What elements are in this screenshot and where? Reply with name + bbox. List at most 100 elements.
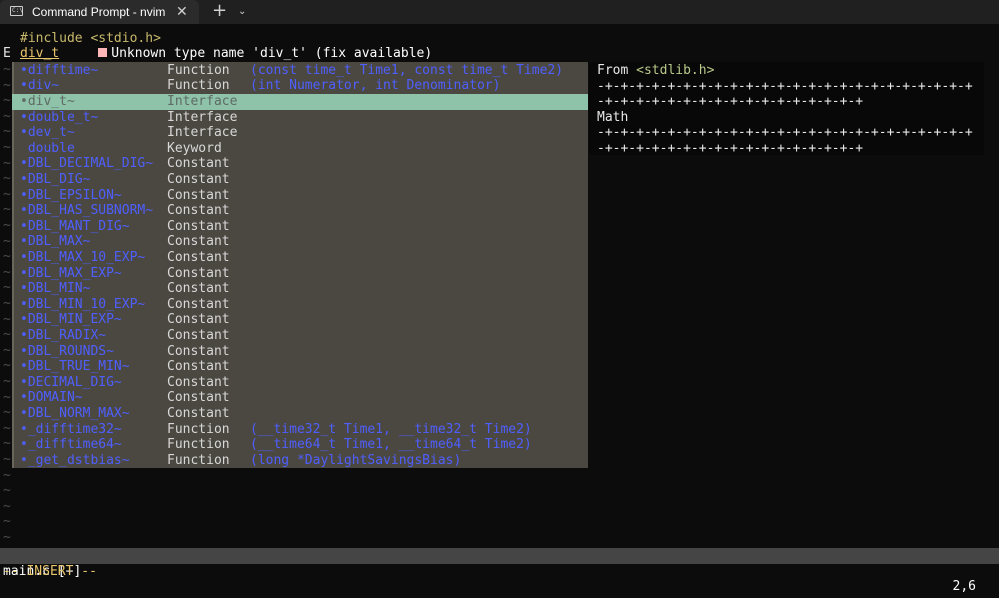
- completion-signature: (long *DaylightSavingsBias): [250, 452, 462, 468]
- doc-section-title: Math: [597, 109, 629, 125]
- completion-abbr: •DOMAIN~: [20, 390, 83, 406]
- diagnostic-icon: [98, 48, 108, 57]
- tilde-marker: ~: [3, 467, 11, 483]
- completion-kind: Keyword: [167, 140, 222, 156]
- new-tab-icon[interactable]: +: [212, 0, 227, 22]
- completion-item[interactable]: •DBL_MANT_DIG~ Constant: [12, 219, 588, 235]
- completion-abbr: •DECIMAL_DIG~: [20, 374, 122, 390]
- completion-item[interactable]: •DBL_RADIX~ Constant: [12, 328, 588, 344]
- completion-abbr: •DBL_RADIX~: [20, 328, 107, 343]
- completion-item[interactable]: •DBL_DECIMAL_DIG~ Constant: [12, 156, 588, 172]
- doc-rule: -+-+-+-+-+-+-+-+-+-+-+-+-+-+-+-+-+: [597, 141, 864, 156]
- completion-kind: Constant: [167, 374, 230, 390]
- completion-item[interactable]: •div~ Function (int Numerator, int Denomin…: [12, 78, 588, 94]
- error-sign: E: [3, 46, 11, 61]
- include-file: <stdio.h>: [90, 31, 161, 46]
- completion-abbr: •_difftime32~: [20, 421, 122, 437]
- tilde-marker: ~: [3, 140, 11, 155]
- completion-item[interactable]: •difftime~ Function (const time_t Time1, c…: [12, 63, 588, 79]
- completion-item[interactable]: •_difftime64~ Function (__time64_t Time1, …: [12, 437, 588, 453]
- include-directive: #include: [20, 31, 83, 46]
- completion-kind: Constant: [167, 250, 230, 265]
- completion-kind: Constant: [167, 312, 230, 328]
- tilde-marker: ~: [3, 249, 11, 265]
- completion-abbr: •double_t~: [20, 109, 99, 125]
- tilde-marker: ~: [3, 186, 11, 202]
- tab-title: Command Prompt - nvim: [32, 5, 166, 19]
- completion-kind: Function: [167, 437, 230, 453]
- chevron-down-icon[interactable]: ⌄: [238, 1, 246, 23]
- completion-item[interactable]: •DBL_MIN_10_EXP~ Constant: [12, 297, 588, 313]
- completion-kind: Function: [167, 78, 230, 94]
- close-tab-icon[interactable]: ✕: [176, 0, 188, 24]
- completion-item[interactable]: •DOMAIN~ Constant: [12, 390, 588, 406]
- tilde-marker: ~: [3, 233, 11, 249]
- doc-rule: -+-+-+-+-+-+-+-+-+-+-+-+-+-+-+-+-+: [597, 94, 864, 110]
- tilde-marker: ~: [3, 342, 11, 358]
- completion-item[interactable]: •_get_dstbias~ Function (long *DaylightSav…: [12, 453, 588, 469]
- completion-item[interactable]: •div_t~ Interface: [12, 94, 588, 110]
- completion-item[interactable]: •DBL_MIN_EXP~ Constant: [12, 312, 588, 328]
- completion-kind: Constant: [167, 390, 230, 406]
- statusline: main.c [+] 2,6: [0, 548, 999, 594]
- buffer-line-2[interactable]: div_t Unknown type name 'div_t' (fix ava…: [20, 46, 432, 62]
- completion-kind: Constant: [167, 265, 230, 281]
- tilde-marker: ~: [3, 62, 11, 77]
- mode-indicator: -- INSERT --: [3, 564, 97, 579]
- tilde-marker: ~: [3, 389, 11, 405]
- tilde-marker: ~: [3, 452, 11, 467]
- tilde-marker: ~: [3, 296, 11, 311]
- completion-item[interactable]: •DBL_MAX~ Constant: [12, 234, 588, 250]
- completion-abbr: •difftime~: [20, 62, 99, 78]
- completion-abbr: •DBL_MIN_10_EXP~: [20, 296, 146, 312]
- completion-popup[interactable]: •difftime~ Function (const time_t Time1, c…: [12, 62, 588, 468]
- completion-abbr: •DBL_MAX_10_EXP~: [20, 250, 146, 265]
- completion-item[interactable]: •DBL_HAS_SUBNORM~ Constant: [12, 203, 588, 219]
- completion-item[interactable]: •DBL_MAX_10_EXP~ Constant: [12, 250, 588, 266]
- completion-item[interactable]: •_difftime32~ Function (__time32_t Time1, …: [12, 422, 588, 438]
- completion-abbr: •DBL_TRUE_MIN~: [20, 359, 130, 375]
- completion-kind: Constant: [167, 328, 230, 343]
- completion-signature: (__time64_t Time1, __time64_t Time2): [250, 437, 532, 453]
- completion-kind: Interface: [167, 109, 238, 125]
- terminal-icon: C:\: [10, 6, 23, 16]
- completion-signature: (int Numerator, int Denominator): [250, 78, 501, 94]
- completion-item[interactable]: •DBL_MAX_EXP~ Constant: [12, 266, 588, 282]
- completion-kind: Interface: [167, 125, 238, 141]
- completion-abbr: •DBL_ROUNDS~: [20, 343, 114, 359]
- completion-item[interactable]: •DBL_DIG~ Constant: [12, 172, 588, 188]
- completion-item[interactable]: •DECIMAL_DIG~ Constant: [12, 375, 588, 391]
- completion-kind: Constant: [167, 406, 230, 421]
- completion-item[interactable]: •DBL_TRUE_MIN~ Constant: [12, 359, 588, 375]
- doc-rule: -+-+-+-+-+-+-+-+-+-+-+-+-+-+-+-+-+-+-+-+…: [597, 78, 973, 94]
- completion-abbr: •DBL_DIG~: [20, 172, 91, 187]
- completion-item[interactable]: •DBL_EPSILON~ Constant: [12, 188, 588, 204]
- tilde-marker: ~: [3, 436, 11, 452]
- tilde-marker: ~: [3, 420, 11, 436]
- completion-abbr: •DBL_MANT_DIG~: [20, 218, 130, 234]
- buffer-line-1[interactable]: #include <stdio.h>: [20, 31, 161, 47]
- terminal-titlebar: C:\ Command Prompt - nvim ✕ + ⌄: [0, 0, 999, 24]
- doc-from-label: From: [597, 63, 629, 78]
- tilde-marker: ~: [3, 124, 11, 140]
- doc-rule: -+-+-+-+-+-+-+-+-+-+-+-+-+-+-+-+-+-+-+-+…: [597, 125, 973, 141]
- completion-item[interactable]: •dev_t~ Interface: [12, 125, 588, 141]
- tilde-marker: ~: [3, 264, 11, 280]
- completion-abbr: •DBL_HAS_SUBNORM~: [20, 203, 154, 219]
- completion-item[interactable]: •DBL_MIN~ Constant: [12, 281, 588, 297]
- completion-abbr: •DBL_MIN~: [20, 281, 91, 297]
- tilde-marker: ~: [3, 202, 11, 218]
- doc-source-line: From <stdlib.h>: [597, 63, 982, 79]
- completion-item[interactable]: double Keyword: [12, 141, 588, 157]
- tilde-marker: ~: [3, 374, 11, 389]
- completion-kind: Constant: [167, 343, 230, 359]
- completion-abbr: double: [20, 140, 75, 156]
- completion-abbr: •DBL_MAX_EXP~: [20, 265, 122, 281]
- completion-item[interactable]: •double_t~ Interface: [12, 110, 588, 126]
- error-identifier: div_t: [20, 46, 60, 61]
- completion-item[interactable]: •DBL_ROUNDS~ Constant: [12, 344, 588, 360]
- tab-command-prompt[interactable]: C:\ Command Prompt - nvim ✕: [0, 0, 199, 24]
- completion-item[interactable]: •DBL_NORM_MAX~ Constant: [12, 406, 588, 422]
- completion-abbr: •DBL_MIN_EXP~: [20, 312, 122, 328]
- completion-abbr: •DBL_EPSILON~: [20, 187, 122, 203]
